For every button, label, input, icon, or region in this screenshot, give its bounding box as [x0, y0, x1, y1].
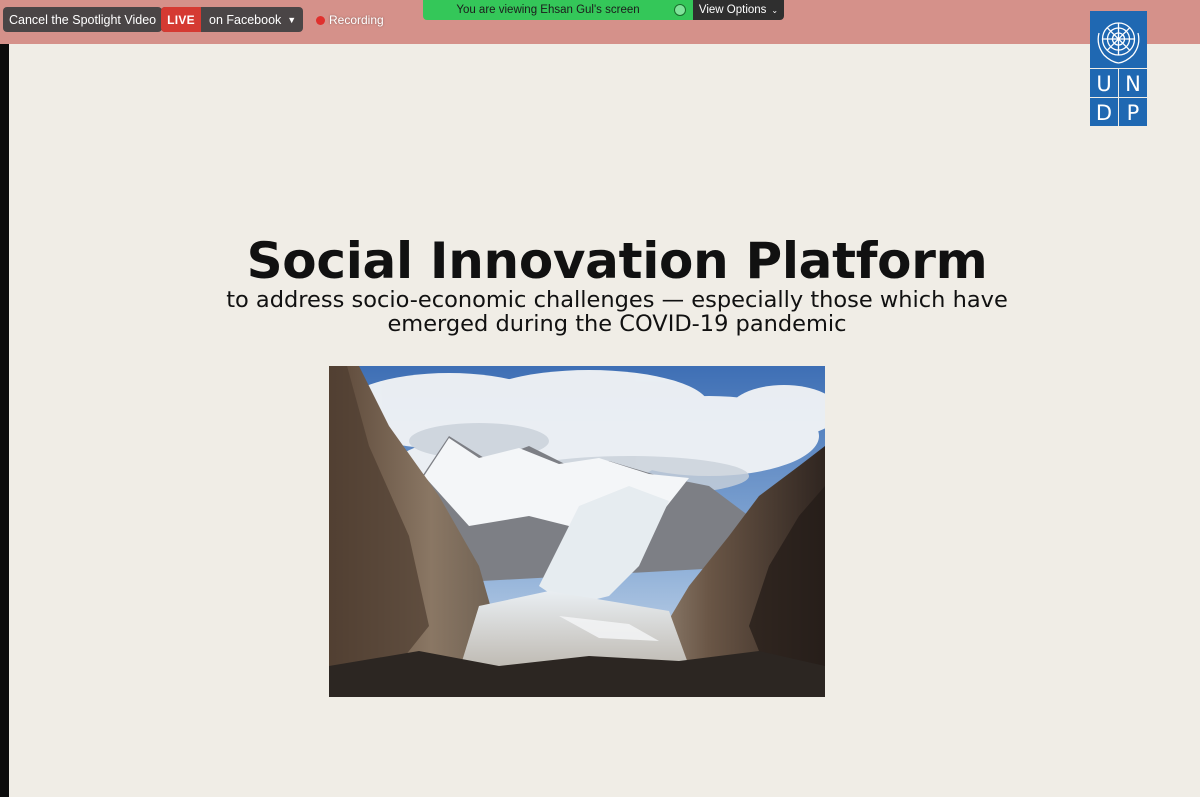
live-badge: LIVE	[161, 7, 201, 32]
logo-letter-d: D	[1096, 101, 1112, 125]
record-dot-icon	[316, 15, 325, 25]
cancel-spotlight-button[interactable]: Cancel the Spotlight Video	[3, 7, 163, 32]
undp-logo: U N D P	[1090, 11, 1147, 126]
recording-indicator[interactable]: Recording	[316, 12, 384, 28]
slide-title: Social Innovation Platform	[246, 232, 988, 290]
slide-subtitle-line-1: to address socio-economic challenges — e…	[226, 287, 1008, 313]
logo-letter-n: N	[1125, 72, 1141, 96]
caret-down-icon: ▼	[287, 14, 297, 25]
recording-label: Recording	[329, 13, 384, 27]
view-options-label: View Options	[698, 4, 767, 16]
logo-letter-p: P	[1127, 101, 1140, 125]
glacier-mountain-photo	[329, 366, 825, 697]
viewing-message: You are viewing Ehsan Gul's screen	[456, 4, 640, 16]
logo-letter-u: U	[1096, 72, 1111, 96]
live-stream-button[interactable]: LIVE on Facebook ▼	[161, 7, 304, 32]
window-edge	[0, 0, 9, 797]
slide-subtitle: to address socio-economic challenges — e…	[9, 288, 1200, 336]
screen-share-banner: You are viewing Ehsan Gul's screen	[423, 0, 693, 20]
live-platform-label: on Facebook	[209, 12, 282, 27]
slide-subtitle-line-2: emerged during the COVID-19 pandemic	[387, 311, 847, 337]
chevron-down-icon: ⌄	[771, 5, 779, 15]
share-status-icon	[674, 4, 686, 16]
view-options-button[interactable]: View Options ⌄	[693, 0, 784, 20]
